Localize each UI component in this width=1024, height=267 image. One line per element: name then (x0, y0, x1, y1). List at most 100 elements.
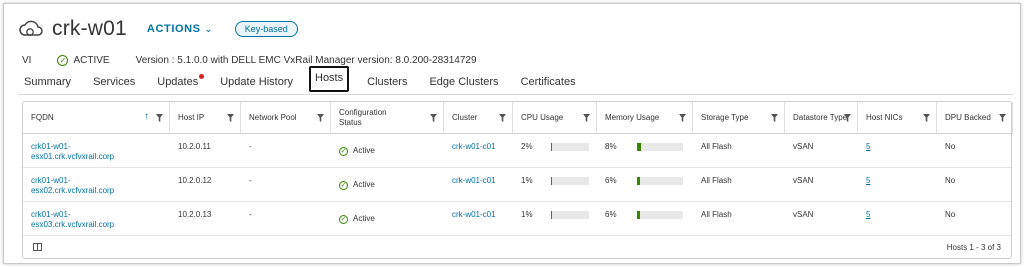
col-cluster-header[interactable]: Cluster (444, 102, 513, 134)
cpu-usage-fill (551, 143, 552, 151)
column-header-label: Datastore Type (793, 113, 848, 122)
chevron-down-icon: ⌄ (204, 23, 213, 34)
table-header: FQDN ↑ Host IP Network Pool Configuration St… (23, 102, 1013, 134)
domain-status-line: VI ✓ ACTIVE Version : 5.1.0.0 with DELL … (22, 55, 477, 66)
column-header-label: Network Pool (249, 113, 297, 122)
filter-icon[interactable] (923, 114, 930, 122)
memory-usage-fill (637, 143, 641, 151)
host-nics-link[interactable]: 5 (866, 210, 870, 220)
filter-icon[interactable] (583, 114, 590, 122)
key-based-badge: Key-based (234, 21, 298, 37)
fqdn-line-1: crk01-w01- (31, 142, 71, 151)
col-network-pool-header[interactable]: Network Pool (241, 102, 331, 134)
column-header-label: DPU Backed (945, 113, 991, 122)
column-header-label: Host NICs (866, 113, 903, 122)
hosts-datagrid: FQDN ↑ Host IP Network Pool Configuration St… (22, 101, 1013, 259)
check-circle-icon: ✓ (339, 146, 348, 156)
tab-summary[interactable]: Summary (18, 76, 77, 94)
dpu-backed: No (945, 142, 956, 151)
memory-usage-value: 8% (605, 142, 617, 151)
tab-certificates[interactable]: Certificates (515, 76, 582, 94)
tab-updates[interactable]: Updates (151, 74, 205, 94)
column-header-label: Cluster (452, 113, 478, 122)
fqdn-line-2: esx01.crk.vcfvxrail.corp (31, 152, 115, 161)
check-circle-icon: ✓ (57, 55, 69, 66)
col-dpu-backed-header[interactable]: DPU Backed (937, 102, 1013, 134)
filter-icon[interactable] (679, 114, 686, 122)
filter-icon[interactable] (844, 114, 851, 122)
col-host-nics-header[interactable]: Host NICs (858, 102, 937, 134)
pagination-text: Hosts 1 - 3 of 3 (946, 243, 1001, 252)
filter-icon[interactable] (999, 114, 1006, 122)
datastore-type: vSAN (793, 210, 814, 219)
fqdn-line-1: crk01-w01- (31, 210, 71, 219)
filter-icon[interactable] (771, 114, 778, 122)
cluster-link[interactable]: crk-w01-c01 (452, 210, 496, 220)
tab-update-history[interactable]: Update History (214, 76, 299, 94)
col-cpu-usage-header[interactable]: CPU Usage (513, 102, 597, 134)
configuration-status: ✓ Active (339, 180, 375, 190)
tab-clusters[interactable]: Clusters (361, 76, 413, 94)
status-text: Active (353, 180, 375, 189)
cluster-link[interactable]: crk-w01-c01 (452, 176, 496, 186)
col-host-ip-header[interactable]: Host IP (170, 102, 241, 134)
fqdn-link[interactable]: crk01-w01- esx02.crk.vcfvxrail.corp (31, 176, 114, 196)
network-pool: - (249, 142, 252, 151)
table-footer: Hosts 1 - 3 of 3 (23, 236, 1011, 258)
host-ip: 10.2.0.12 (178, 176, 212, 185)
filter-icon[interactable] (317, 114, 324, 122)
memory-usage-value: 6% (605, 210, 617, 219)
check-circle-icon: ✓ (339, 214, 348, 224)
column-header-label: Configuration Status (339, 108, 387, 127)
network-pool: - (249, 176, 252, 185)
notification-dot-icon (199, 74, 205, 79)
tab-services[interactable]: Services (87, 76, 141, 94)
memory-usage-value: 6% (605, 176, 617, 185)
host-nics-link[interactable]: 5 (866, 142, 870, 152)
table-row[interactable]: crk01-w01- esx03.crk.vcfvxrail.corp 10.2.0… (23, 203, 1011, 236)
fqdn-line-2: esx02.crk.vcfvxrail.corp (31, 186, 115, 195)
fqdn-link[interactable]: crk01-w01- esx03.crk.vcfvxrail.corp (31, 210, 114, 230)
cpu-usage-value: 1% (521, 210, 533, 219)
cpu-usage-bar (551, 143, 589, 151)
host-nics-link[interactable]: 5 (866, 176, 870, 186)
memory-usage-bar (637, 143, 683, 151)
memory-usage-bar (637, 211, 683, 219)
filter-icon[interactable] (156, 114, 163, 122)
tab-updates-label: Updates (157, 76, 199, 88)
fqdn-line-1: crk01-w01- (31, 176, 71, 185)
page-title: crk-w01 (52, 17, 127, 40)
table-row[interactable]: crk01-w01- esx01.crk.vcfvxrail.corp 10.2.0… (23, 135, 1011, 168)
tab-hosts[interactable]: Hosts (309, 66, 350, 92)
workload-domain-icon (18, 16, 44, 42)
actions-label: ACTIONS (146, 23, 201, 35)
cpu-usage-bar (551, 177, 589, 185)
sort-ascending-icon[interactable]: ↑ (144, 111, 149, 122)
filter-icon[interactable] (499, 114, 506, 122)
status-text: Active (353, 146, 375, 155)
storage-type: All Flash (701, 176, 732, 185)
filter-icon[interactable] (430, 114, 437, 122)
filter-icon[interactable] (227, 114, 234, 122)
dpu-backed: No (945, 210, 956, 219)
col-storage-type-header[interactable]: Storage Type (693, 102, 785, 134)
col-configuration-status-header[interactable]: Configuration Status (331, 102, 444, 134)
host-ip: 10.2.0.11 (178, 142, 211, 151)
configuration-status: ✓ Active (339, 214, 375, 224)
cluster-link[interactable]: crk-w01-c01 (452, 142, 496, 152)
column-header-label: Storage Type (701, 113, 749, 122)
tab-edge-clusters[interactable]: Edge Clusters (423, 76, 504, 94)
col-fqdn-header[interactable]: FQDN ↑ (23, 102, 170, 134)
check-circle-icon: ✓ (339, 180, 348, 190)
fqdn-link[interactable]: crk01-w01- esx01.crk.vcfvxrail.corp (31, 142, 114, 162)
dpu-backed: No (945, 176, 956, 185)
actions-menu-button[interactable]: ACTIONS ⌄ (147, 23, 213, 35)
memory-usage-fill (637, 211, 640, 219)
tab-bar: Summary Services Updates Update History … (18, 66, 1013, 95)
col-datastore-type-header[interactable]: Datastore Type (785, 102, 858, 134)
cpu-usage-bar (551, 211, 589, 219)
col-memory-usage-header[interactable]: Memory Usage (597, 102, 693, 134)
cpu-usage-value: 1% (521, 176, 533, 185)
column-toggle-icon[interactable] (33, 243, 42, 251)
table-row[interactable]: crk01-w01- esx02.crk.vcfvxrail.corp 10.2.0… (23, 169, 1011, 202)
